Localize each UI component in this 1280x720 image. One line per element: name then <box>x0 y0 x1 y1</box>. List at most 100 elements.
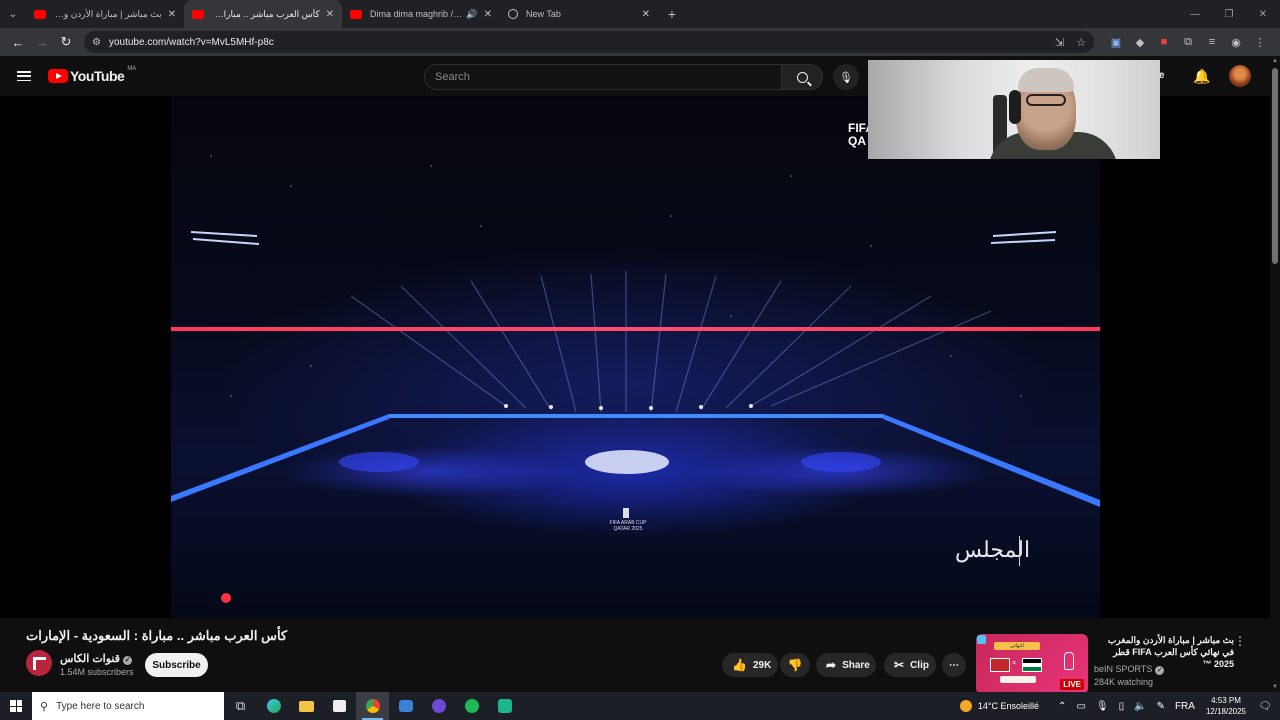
thumbnail-banner: النهائي <box>994 642 1040 650</box>
app-icon-purple[interactable] <box>422 692 455 720</box>
video-title: كأس العرب مباشر .. مباراة : السعودية - ا… <box>26 628 288 643</box>
headset <box>1009 90 1021 124</box>
install-app-icon[interactable]: ⇲ <box>1055 36 1064 49</box>
bookmark-star-icon[interactable]: ☆ <box>1076 36 1086 49</box>
more-horizontal-icon: ⋯ <box>949 659 959 671</box>
language-indicator[interactable]: FRA <box>1175 701 1195 712</box>
chevron-up-icon[interactable]: ⌃ <box>1058 701 1066 712</box>
edge-icon[interactable] <box>257 692 290 720</box>
hamburger-menu-icon[interactable] <box>17 71 31 82</box>
like-button[interactable]: 👍 29K <box>722 653 778 677</box>
recommended-video[interactable]: النهائي × LIVE بث مباشر | مباراة الأردن … <box>976 634 1270 694</box>
extension-icon[interactable]: ◆ <box>1128 36 1152 49</box>
network-icon[interactable]: ▭ <box>1076 701 1085 712</box>
back-arrow-icon[interactable]: ← <box>6 30 30 54</box>
trophy-icon <box>1064 652 1074 670</box>
scroll-up-icon[interactable]: ▲ <box>1272 58 1278 64</box>
chrome-icon[interactable] <box>356 692 389 720</box>
clock-time: 4:53 PM <box>1211 696 1241 705</box>
start-button[interactable] <box>0 692 32 720</box>
more-vertical-icon[interactable]: ⋮ <box>1234 634 1246 648</box>
close-icon[interactable]: ✕ <box>642 9 650 20</box>
recommended-thumbnail[interactable]: النهائي × LIVE <box>976 634 1088 694</box>
windows-logo-icon <box>10 700 22 712</box>
forward-arrow-icon[interactable]: → <box>30 30 54 54</box>
tab-title: بث مباشر | مباراة الأردن والمغرب <box>54 8 162 19</box>
tab-search-icon[interactable]: ⌄ <box>0 0 26 28</box>
extension-red-icon[interactable]: ■ <box>1152 36 1176 48</box>
battery-icon[interactable]: ▯ <box>1119 701 1125 712</box>
channel-avatar[interactable] <box>26 650 52 676</box>
close-window-icon[interactable]: ✕ <box>1246 9 1280 20</box>
search-icon <box>796 71 808 83</box>
puzzle-icon[interactable]: ⧉ <box>1176 36 1200 49</box>
media-control-icon[interactable]: ≡ <box>1200 36 1224 48</box>
translate-extension-icon[interactable]: ▣ <box>1104 36 1128 49</box>
site-info-icon[interactable]: ⚙ <box>92 37 101 48</box>
avatar[interactable] <box>1229 65 1251 87</box>
scroll-down-icon[interactable]: ▼ <box>1272 684 1278 690</box>
tab-2[interactable]: كأس العرب مباشر .. مباراة : السعو ✕ <box>184 0 342 28</box>
tab-title: كأس العرب مباشر .. مباراة : السعو <box>212 8 320 19</box>
recommended-channel[interactable]: beIN SPORTS ✓ <box>1094 664 1165 675</box>
youtube-logo[interactable]: YouTube MA <box>48 66 136 84</box>
video-player-area[interactable]: FIFA QA FIFA ARAB CUP QATAR 2025 المجلس <box>0 96 1270 698</box>
globe-icon <box>508 9 518 19</box>
file-explorer-icon[interactable] <box>290 692 323 720</box>
verified-check-icon: ✓ <box>1155 666 1165 675</box>
dislike-button[interactable]: 👎 <box>780 653 810 677</box>
scissors-icon: ✂ <box>894 658 905 672</box>
tab-3[interactable]: Dima dima maghrib / Dima 🔊 ✕ <box>342 0 500 28</box>
video-info: كأس العرب مباشر .. مباراة : السعودية - ا… <box>0 618 1270 694</box>
voice-search-button[interactable]: 🎙 <box>833 64 859 90</box>
page-scrollbar[interactable]: ▲ ▼ <box>1270 56 1280 692</box>
chrome-menu-icon[interactable]: ⋮ <box>1248 36 1272 49</box>
tab-title: Dima dima maghrib / Dima <box>370 9 463 19</box>
weather-widget[interactable]: 14°C Ensoleillé <box>959 700 1039 712</box>
address-bar[interactable]: ⚙ youtube.com/watch?v=MvL5MHf-p8c ⇲ ☆ <box>84 31 1094 53</box>
close-icon[interactable]: ✕ <box>326 9 334 20</box>
vs-mark: × <box>1012 660 1017 667</box>
volume-icon[interactable]: 🔈 <box>1134 701 1146 712</box>
speaker-icon[interactable]: 🔊 <box>466 9 477 20</box>
subscribe-button[interactable]: Subscribe <box>145 653 208 677</box>
notification-icon[interactable]: 🗨 <box>1256 701 1274 712</box>
search-button[interactable] <box>781 64 823 90</box>
app-icon-teal[interactable] <box>488 692 521 720</box>
scrollbar-thumb[interactable] <box>1272 68 1278 264</box>
profile-icon[interactable]: ◉ <box>1224 36 1248 49</box>
spotify-icon[interactable] <box>455 692 488 720</box>
url-text[interactable]: youtube.com/watch?v=MvL5MHf-p8c <box>109 37 1043 48</box>
task-view-icon[interactable]: ⧉ <box>224 692 257 720</box>
more-actions-button[interactable]: ⋯ <box>942 653 966 677</box>
arab-cup-logo: FIFA ARAB CUP QATAR 2025 <box>609 520 647 532</box>
microphone-tray-icon[interactable]: 🎙 <box>1096 701 1109 712</box>
minimize-icon[interactable]: — <box>1178 9 1212 20</box>
channel-name[interactable]: قنوات الكاس ✓ <box>60 652 132 665</box>
clip-button[interactable]: ✂ Clip <box>884 653 936 677</box>
new-tab-button[interactable]: + <box>658 6 686 22</box>
system-tray: 14°C Ensoleillé ⌃ ▭ 🎙 ▯ 🔈 ✎ FRA 4:53 PM … <box>959 692 1280 720</box>
search-input[interactable]: Search <box>424 64 782 90</box>
recommended-viewers: 284K watching <box>1094 677 1154 687</box>
tab-4[interactable]: New Tab ✕ <box>500 0 658 28</box>
logo-text: YouTube <box>70 68 125 84</box>
tab-1[interactable]: بث مباشر | مباراة الأردن والمغرب ✕ <box>26 0 184 28</box>
taskbar-search-input[interactable]: ⚲ Type here to search <box>32 692 224 720</box>
close-icon[interactable]: ✕ <box>484 9 492 20</box>
notifications-bell-icon[interactable]: 🔔 <box>1193 68 1210 85</box>
app-icon-blue[interactable] <box>389 692 422 720</box>
screen: ⌄ بث مباشر | مباراة الأردن والمغرب ✕ كأس… <box>0 0 1280 720</box>
webcam-overlay <box>868 60 1160 159</box>
restore-icon[interactable]: ❐ <box>1212 9 1246 20</box>
share-button[interactable]: ➦ Share <box>816 653 876 677</box>
pen-icon[interactable]: ✎ <box>1157 701 1165 712</box>
thumbs-down-icon: 👎 <box>787 658 803 672</box>
browser-tab-bar: ⌄ بث مباشر | مباراة الأردن والمغرب ✕ كأس… <box>0 0 1280 28</box>
reload-icon[interactable]: ↻ <box>54 30 78 54</box>
close-icon[interactable]: ✕ <box>168 9 176 20</box>
video-frame[interactable]: FIFA QA FIFA ARAB CUP QATAR 2025 المجلس <box>171 96 1100 618</box>
thumbs-up-icon: 👍 <box>732 658 747 672</box>
store-icon[interactable] <box>323 692 356 720</box>
clock[interactable]: 4:53 PM 12/18/2025 <box>1206 695 1246 717</box>
